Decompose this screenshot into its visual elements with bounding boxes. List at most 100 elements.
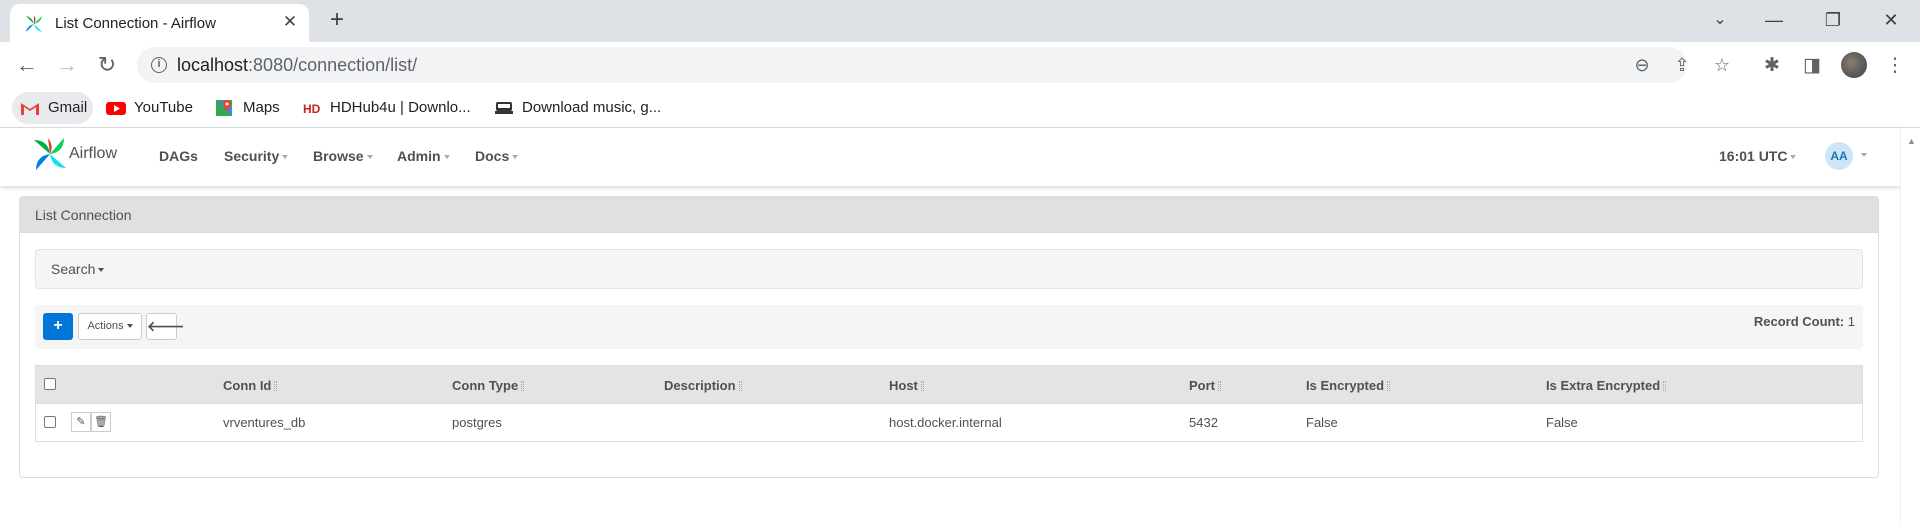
sort-icon [738, 381, 742, 391]
nav-item-admin[interactable]: Admin [397, 148, 450, 164]
record-count: Record Count: 1 [1753, 314, 1855, 329]
column-header-is-encrypted[interactable]: Is Encrypted [1306, 378, 1391, 393]
arrow-left-icon: 🡐 [147, 318, 185, 334]
chevron-down-icon [443, 155, 450, 160]
row-select-checkbox[interactable] [44, 416, 56, 428]
close-window-icon[interactable]: ✕ [1871, 6, 1911, 34]
browser-tab-bar: List Connection - Airflow ✕ + ⌄ — ❐ ✕ [0, 0, 1920, 42]
airflow-app: Airflow DAGs Security Browse Admin Docs … [0, 128, 1900, 522]
cell-conn-id: vrventures_db [223, 415, 306, 430]
maps-icon [216, 100, 232, 116]
column-header-host[interactable]: Host [889, 378, 924, 393]
bookmark-download-music[interactable]: Download music, g... [486, 92, 667, 124]
nav-item-browse[interactable]: Browse [313, 148, 373, 164]
bookmark-gmail[interactable]: Gmail [12, 92, 94, 124]
add-record-button[interactable]: + [43, 313, 73, 340]
nav-item-docs[interactable]: Docs [475, 148, 519, 164]
chevron-down-icon [126, 324, 133, 329]
search-toggle[interactable]: Search [51, 261, 105, 277]
sort-icon [1218, 381, 1221, 391]
side-panel-icon[interactable]: ◨ [1800, 54, 1824, 78]
bookmark-label: HDHub4u | Downlo... [330, 99, 471, 116]
sort-icon [274, 381, 278, 391]
extensions-icon[interactable]: ✱ [1760, 54, 1784, 78]
actions-dropdown-button[interactable]: Actions [78, 313, 142, 340]
column-header-conn-type[interactable]: Conn Type [452, 378, 525, 393]
bookmark-maps[interactable]: Maps [207, 92, 286, 124]
chevron-down-icon [512, 155, 519, 160]
column-header-description[interactable]: Description [664, 378, 742, 393]
select-all-checkbox[interactable] [44, 378, 56, 390]
zoom-icon[interactable]: ⊖ [1631, 54, 1653, 76]
music-icon [495, 102, 513, 114]
chevron-down-icon [1790, 155, 1797, 160]
cell-is-encrypted: False [1306, 415, 1338, 430]
restore-icon[interactable]: ❐ [1813, 6, 1853, 34]
youtube-icon [106, 102, 126, 115]
back-icon[interactable]: ← [12, 50, 42, 80]
chevron-down-icon [366, 155, 373, 160]
column-header-conn-id[interactable]: Conn Id [223, 378, 278, 393]
delete-record-icon[interactable]: 🗑 [91, 412, 111, 432]
bookmark-hdhub4u[interactable]: HD HDHub4u | Downlo... [294, 92, 477, 124]
hd-icon: HD [303, 102, 321, 116]
bookmark-label: Maps [243, 99, 280, 116]
page-scrollbar[interactable]: ▲ [1900, 128, 1920, 522]
nav-item-dags[interactable]: DAGs [159, 148, 198, 164]
column-header-port[interactable]: Port [1189, 378, 1221, 393]
svg-text:HD: HD [303, 102, 321, 116]
sort-icon [920, 381, 924, 391]
column-header-is-extra-encrypted[interactable]: Is Extra Encrypted [1546, 378, 1667, 393]
tab-search-icon[interactable]: ⌄ [1700, 6, 1740, 34]
minimize-icon[interactable]: — [1754, 6, 1794, 34]
bookmark-label: Download music, g... [522, 99, 662, 116]
cell-port: 5432 [1189, 415, 1218, 430]
address-bar[interactable]: i localhost:8080/connection/list/ ⊖ ⇪ ☆ [137, 47, 1730, 83]
browser-menu-icon[interactable]: ⋮ [1883, 54, 1907, 78]
cell-conn-type: postgres [452, 415, 502, 430]
back-arrow-button[interactable]: 🡐 [146, 313, 185, 340]
tab-title: List Connection - Airflow [55, 15, 216, 32]
chevron-down-icon [282, 155, 289, 160]
chevron-down-icon [98, 268, 105, 273]
bookmarks-bar: Gmail YouTube Maps HD HDHub4u | Downlo..… [0, 88, 1920, 128]
actions-toolbar: + Actions 🡐 Record Count: 1 [35, 305, 1863, 349]
connections-table: Conn Id Conn Type Description Host Port … [35, 365, 1863, 442]
bookmark-star-icon[interactable]: ☆ [1711, 54, 1733, 76]
site-info-icon[interactable]: i [151, 57, 167, 73]
bookmark-label: Gmail [48, 99, 88, 116]
user-menu-chevron-icon[interactable] [1861, 153, 1867, 157]
sort-icon [1387, 381, 1391, 391]
sort-icon [521, 381, 525, 391]
gmail-icon [21, 103, 39, 115]
share-icon[interactable]: ⇪ [1671, 54, 1693, 76]
airflow-logo-icon[interactable] [32, 136, 68, 172]
user-avatar[interactable]: AA [1825, 142, 1853, 170]
brand-label[interactable]: Airflow [69, 145, 117, 163]
page-title: List Connection [35, 207, 132, 223]
scroll-up-arrow-icon[interactable]: ▲ [1907, 136, 1916, 146]
browser-toolbar: ← → ↻ i localhost:8080/connection/list/ … [0, 42, 1920, 88]
edit-record-icon[interactable]: ✎ [71, 412, 91, 432]
close-tab-icon[interactable]: ✕ [281, 13, 299, 31]
url-text: localhost:8080/connection/list/ [177, 55, 418, 75]
forward-icon[interactable]: → [52, 50, 82, 80]
panel-heading: List Connection [20, 197, 1878, 233]
cell-host: host.docker.internal [889, 415, 1002, 430]
browser-tab[interactable]: List Connection - Airflow ✕ [10, 4, 309, 42]
bookmark-youtube[interactable]: YouTube [98, 92, 199, 124]
table-row: ✎ 🗑 vrventures_db postgres host.docker.i… [36, 404, 1862, 441]
server-time[interactable]: 16:01 UTC [1719, 148, 1797, 164]
new-tab-icon[interactable]: + [325, 8, 349, 33]
top-navbar: Airflow DAGs Security Browse Admin Docs … [0, 128, 1900, 186]
profile-avatar[interactable] [1841, 52, 1867, 78]
sort-icon [1663, 381, 1667, 391]
cell-is-extra-encrypted: False [1546, 415, 1578, 430]
airflow-favicon-icon [26, 15, 42, 32]
reload-icon[interactable]: ↻ [92, 50, 122, 80]
nav-item-security[interactable]: Security [224, 148, 289, 164]
list-panel: List Connection Search + Actions 🡐 Recor… [19, 196, 1879, 478]
bookmark-label: YouTube [134, 99, 193, 116]
search-section: Search [35, 249, 1863, 289]
table-header: Conn Id Conn Type Description Host Port … [36, 366, 1862, 404]
